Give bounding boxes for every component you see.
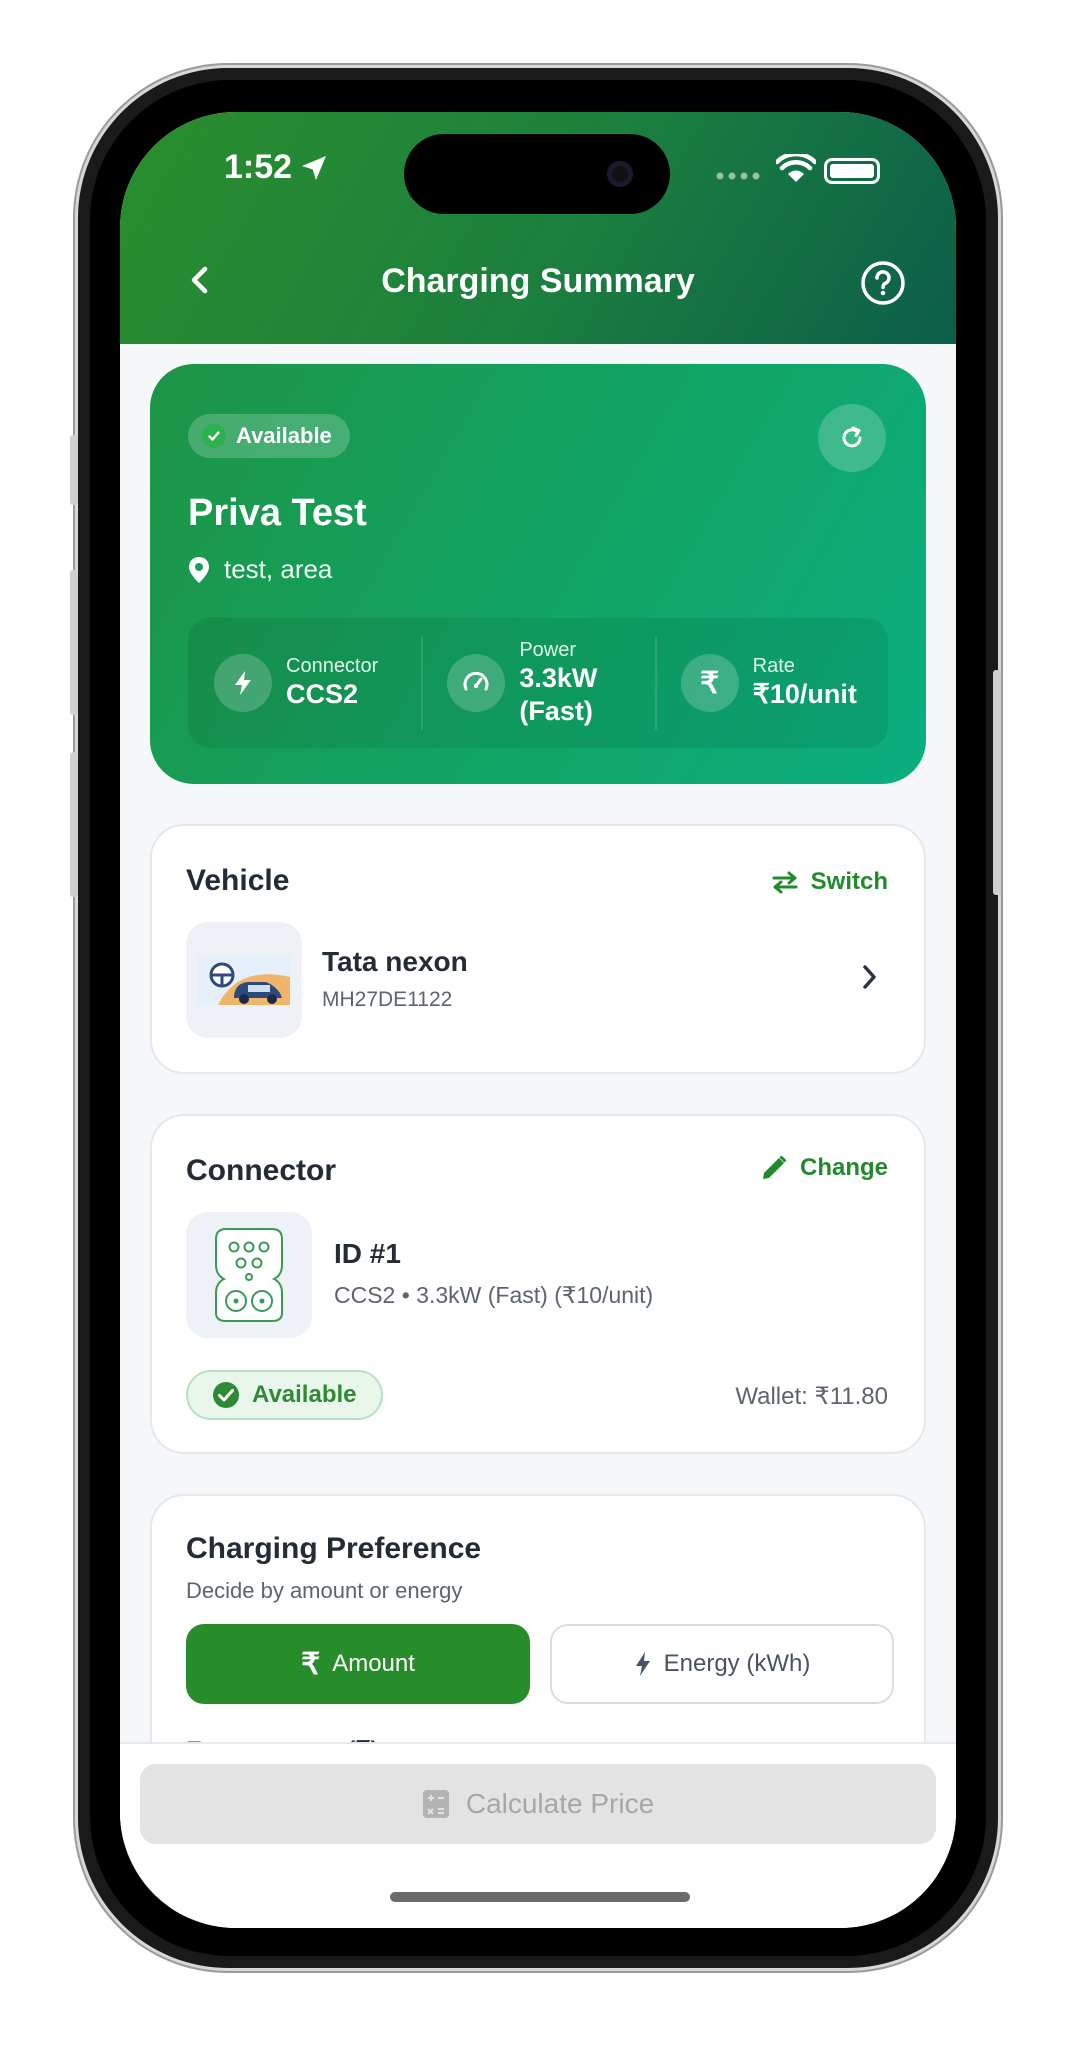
stat-rate: ₹ Rate ₹10/unit xyxy=(654,618,888,748)
action-button xyxy=(70,435,78,505)
energy-option-button[interactable]: Energy (kWh) xyxy=(550,1624,894,1704)
connector-thumbnail xyxy=(186,1212,312,1338)
station-hero-card: Available Priva Test test, area Connecto… xyxy=(150,364,926,784)
station-name: Priva Test xyxy=(188,492,367,534)
rupee-icon: ₹ xyxy=(680,654,739,712)
dynamic-island xyxy=(404,134,670,214)
switch-vehicle-button[interactable]: Switch xyxy=(771,868,888,896)
volume-down-button xyxy=(70,752,78,897)
location-pin-icon xyxy=(189,556,209,583)
rupee-icon: ₹ xyxy=(301,1647,321,1681)
volume-up-button xyxy=(70,570,78,715)
car-icon xyxy=(198,955,290,1005)
connector-status-label: Available xyxy=(252,1381,357,1408)
calculate-price-label: Calculate Price xyxy=(465,1788,655,1819)
refresh-button[interactable] xyxy=(818,404,886,472)
wallet-balance: Wallet: ₹11.80 xyxy=(735,1383,888,1410)
vehicle-card: Vehicle Switch Tata nexon MH27DE1122 xyxy=(150,824,926,1074)
home-indicator[interactable] xyxy=(390,1892,690,1902)
calculator-icon xyxy=(422,1790,449,1818)
help-icon[interactable] xyxy=(860,260,906,306)
connector-card: Connector Change ID #1 CCS2 • 3.3kW (Fas… xyxy=(150,1114,926,1454)
stat-rate-label: Rate xyxy=(752,655,795,678)
stat-rate-value: ₹10/unit xyxy=(752,679,857,710)
switch-label: Switch xyxy=(810,868,888,895)
battery-icon xyxy=(824,158,880,184)
change-label: Change xyxy=(799,1154,888,1181)
power-button xyxy=(993,670,1001,895)
preference-subtitle: Decide by amount or energy xyxy=(186,1578,463,1603)
vehicle-thumbnail xyxy=(186,922,302,1038)
status-time: 1:52 xyxy=(224,148,293,186)
refresh-icon xyxy=(842,426,862,448)
calculate-price-button[interactable]: Calculate Price xyxy=(140,1764,936,1844)
check-circle-icon xyxy=(213,1382,239,1408)
stat-connector-label: Connector xyxy=(286,655,379,678)
app-header: 1:52 Charging Summary xyxy=(120,112,956,344)
connector-detail: CCS2 • 3.3kW (Fast) (₹10/unit) xyxy=(334,1282,654,1308)
amount-option-label: Amount xyxy=(332,1650,415,1677)
vehicle-plate: MH27DE1122 xyxy=(322,988,453,1011)
connector-id: ID #1 xyxy=(334,1238,401,1269)
speedometer-icon xyxy=(447,654,506,712)
page-title: Charging Summary xyxy=(381,262,695,300)
wifi-icon xyxy=(776,154,816,182)
pencil-icon xyxy=(762,1155,787,1179)
chevron-right-icon[interactable] xyxy=(860,962,880,992)
energy-option-label: Energy (kWh) xyxy=(663,1650,811,1677)
station-status-badge: Available xyxy=(188,414,350,458)
connector-card-title: Connector xyxy=(186,1154,336,1187)
bottom-action-bar: Calculate Price xyxy=(120,1742,956,1928)
station-status-label: Available xyxy=(236,423,332,448)
bolt-icon xyxy=(635,1652,650,1676)
station-location-text: test, area xyxy=(224,554,333,584)
connector-status-badge: Available xyxy=(186,1370,383,1420)
check-icon xyxy=(202,424,226,448)
app-screen: 1:52 Charging Summary Available Priva Te… xyxy=(120,112,956,1928)
preference-title: Charging Preference xyxy=(186,1532,482,1565)
station-stats: Connector CCS2 Power 3.3kW (Fast) ₹ Rate… xyxy=(188,618,888,748)
stat-power-label: Power xyxy=(519,639,577,662)
change-connector-button[interactable]: Change xyxy=(760,1154,888,1182)
station-location: test, area xyxy=(188,554,332,585)
bolt-icon xyxy=(214,654,272,712)
amount-option-button[interactable]: ₹ Amount xyxy=(186,1624,530,1704)
vehicle-name: Tata nexon xyxy=(322,946,468,977)
swap-icon xyxy=(772,871,798,894)
signal-dots-icon xyxy=(716,172,760,180)
stat-connector: Connector CCS2 xyxy=(188,618,421,748)
location-arrow-icon xyxy=(302,156,326,180)
stat-connector-value: CCS2 xyxy=(286,679,359,710)
scroll-content[interactable]: Available Priva Test test, area Connecto… xyxy=(120,344,956,1914)
vehicle-card-title: Vehicle xyxy=(186,864,290,897)
ccs2-connector-icon xyxy=(215,1228,283,1322)
stat-power: Power 3.3kW (Fast) xyxy=(421,618,654,748)
stat-power-value: 3.3kW (Fast) xyxy=(519,663,598,726)
camera-icon xyxy=(607,161,633,187)
